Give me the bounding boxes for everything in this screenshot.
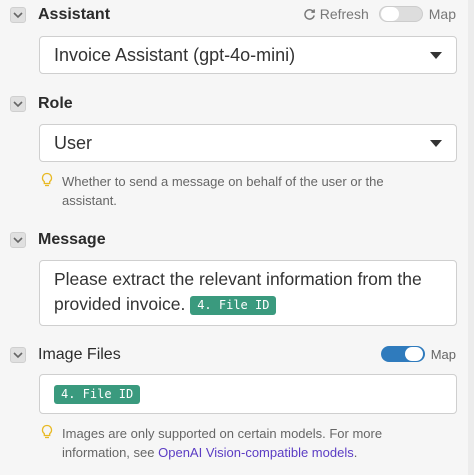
refresh-button[interactable]: Refresh: [303, 6, 369, 22]
collapse-role-toggle[interactable]: [10, 96, 26, 112]
image-files-header: Image Files: [10, 346, 121, 364]
image-files-map-toggle[interactable]: [380, 346, 425, 362]
file-id-token[interactable]: 4. File ID: [54, 385, 141, 404]
collapse-assistant-toggle[interactable]: [10, 7, 26, 23]
image-files-hint: Images are only supported on certain mod…: [40, 424, 442, 462]
chevron-down-icon: [13, 237, 23, 244]
image-files-label: Image Files: [38, 346, 121, 363]
dropdown-caret-icon: [430, 52, 442, 59]
chevron-down-icon: [13, 352, 23, 359]
collapse-image-files-toggle[interactable]: [10, 347, 26, 363]
refresh-label: Refresh: [319, 6, 369, 22]
assistant-label: Assistant: [38, 6, 111, 23]
dropdown-caret-icon: [430, 140, 442, 147]
assistant-select-value: Invoice Assistant (gpt-4o-mini): [54, 44, 296, 65]
assistant-map-label: Map: [428, 6, 456, 22]
assistant-select[interactable]: Invoice Assistant (gpt-4o-mini): [39, 36, 457, 74]
assistant-actions: Refresh Map: [303, 6, 456, 22]
role-header: Role: [10, 95, 73, 113]
assistant-header: Assistant: [10, 6, 110, 24]
image-files-input[interactable]: 4. File ID: [39, 374, 457, 414]
image-files-hint-text: Images are only supported on certain mod…: [62, 424, 442, 462]
hint-suffix: .: [353, 445, 358, 460]
scrollbar[interactable]: [468, 0, 474, 475]
collapse-message-toggle[interactable]: [10, 232, 26, 248]
file-id-token[interactable]: 4. File ID: [190, 295, 277, 315]
toggle-knob: [380, 7, 399, 21]
vision-models-link[interactable]: OpenAI Vision-compatible models: [158, 445, 354, 460]
refresh-icon: [303, 8, 315, 20]
message-label: Message: [38, 231, 106, 248]
role-select-value: User: [54, 132, 93, 153]
message-input[interactable]: Please extract the relevant information …: [39, 260, 457, 326]
lightbulb-icon: [41, 424, 53, 439]
lightbulb-icon: [41, 172, 53, 187]
chevron-down-icon: [13, 101, 23, 108]
role-select[interactable]: User: [39, 124, 457, 162]
image-files-map-label: Map: [430, 346, 456, 362]
assistant-config-panel: Assistant Refresh Map Invoice Assistant …: [0, 0, 474, 475]
role-label: Role: [38, 95, 73, 112]
message-header: Message: [10, 231, 106, 249]
toggle-knob: [404, 347, 423, 361]
role-hint-text: Whether to send a message on behalf of t…: [62, 174, 384, 208]
role-hint: Whether to send a message on behalf of t…: [40, 172, 442, 210]
image-files-map: Map: [380, 346, 456, 362]
assistant-map-toggle[interactable]: [378, 6, 423, 22]
chevron-down-icon: [13, 12, 23, 19]
